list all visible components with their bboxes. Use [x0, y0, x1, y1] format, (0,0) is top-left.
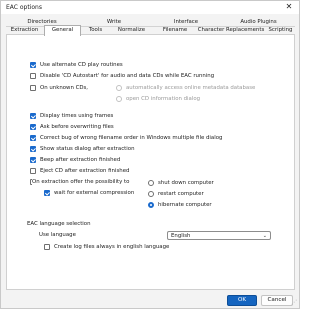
correct-bug-label: Correct bug of wrong filename order in W…	[40, 134, 223, 141]
display-frames-checkbox[interactable]	[30, 113, 36, 119]
shutdown-label: shut down computer	[158, 179, 214, 186]
open-cd-dialog-radio[interactable]	[116, 96, 122, 102]
eject-checkbox[interactable]	[30, 168, 36, 174]
hibernate-radio[interactable]	[148, 202, 154, 208]
tab-general[interactable]: General	[44, 25, 81, 36]
on-extraction-label: On extraction offer the possibility to	[32, 178, 131, 186]
restart-label: restart computer	[158, 190, 204, 197]
display-frames-label: Display times using frames	[40, 112, 114, 119]
disable-autostart-checkbox[interactable]	[30, 73, 36, 79]
log-english-checkbox[interactable]	[44, 244, 50, 250]
auto-access-db-label: automatically access online metadata dat…	[126, 84, 256, 91]
correct-bug-checkbox[interactable]	[30, 135, 36, 141]
ask-overwrite-checkbox[interactable]	[30, 124, 36, 130]
eac-options-window: EAC options ✕ Directories Write Interfac…	[0, 0, 300, 309]
beep-label: Beep after extraction finished	[40, 156, 121, 163]
shutdown-radio[interactable]	[148, 180, 154, 186]
title-bar: EAC options ✕	[1, 1, 299, 14]
wait-compression-checkbox[interactable]	[44, 190, 50, 196]
open-cd-dialog-label: open CD information dialog	[126, 95, 201, 102]
close-icon[interactable]: ✕	[282, 2, 296, 13]
unknown-cds-checkbox[interactable]	[30, 85, 36, 91]
restart-radio[interactable]	[148, 191, 154, 197]
log-english-label: Create log files always in english langu…	[54, 243, 170, 250]
ok-button[interactable]: OK	[227, 295, 257, 306]
alt-cd-play-checkbox[interactable]	[30, 62, 36, 68]
eject-label: Eject CD after extraction finished	[40, 167, 130, 174]
cancel-button[interactable]: Cancel	[261, 295, 293, 306]
alt-cd-play-label: Use alternate CD play routines	[40, 61, 123, 68]
use-language-label: Use language	[39, 232, 76, 238]
language-select-value: English	[171, 233, 191, 239]
disable-autostart-label: Disable 'CD Autostart' for audio and dat…	[40, 72, 215, 79]
beep-checkbox[interactable]	[30, 157, 36, 163]
auto-access-db-radio[interactable]	[116, 85, 122, 91]
hibernate-label: hibernate computer	[158, 201, 212, 208]
show-status-checkbox[interactable]	[30, 146, 36, 152]
wait-compression-label: wait for external compression	[54, 189, 135, 196]
window-title: EAC options	[6, 4, 42, 11]
general-panel: Use alternate CD play routines Disable '…	[6, 34, 295, 290]
resize-grip-icon[interactable]: ⋰	[291, 300, 297, 306]
unknown-cds-label: On unknown CDs,	[40, 84, 89, 91]
show-status-label: Show status dialog after extraction	[40, 145, 135, 152]
ask-overwrite-label: Ask before overwriting files	[40, 123, 114, 130]
chevron-down-icon: ⌄	[262, 233, 267, 239]
language-select[interactable]: English ⌄	[167, 231, 271, 240]
language-section-label: EAC language selection	[27, 221, 91, 227]
